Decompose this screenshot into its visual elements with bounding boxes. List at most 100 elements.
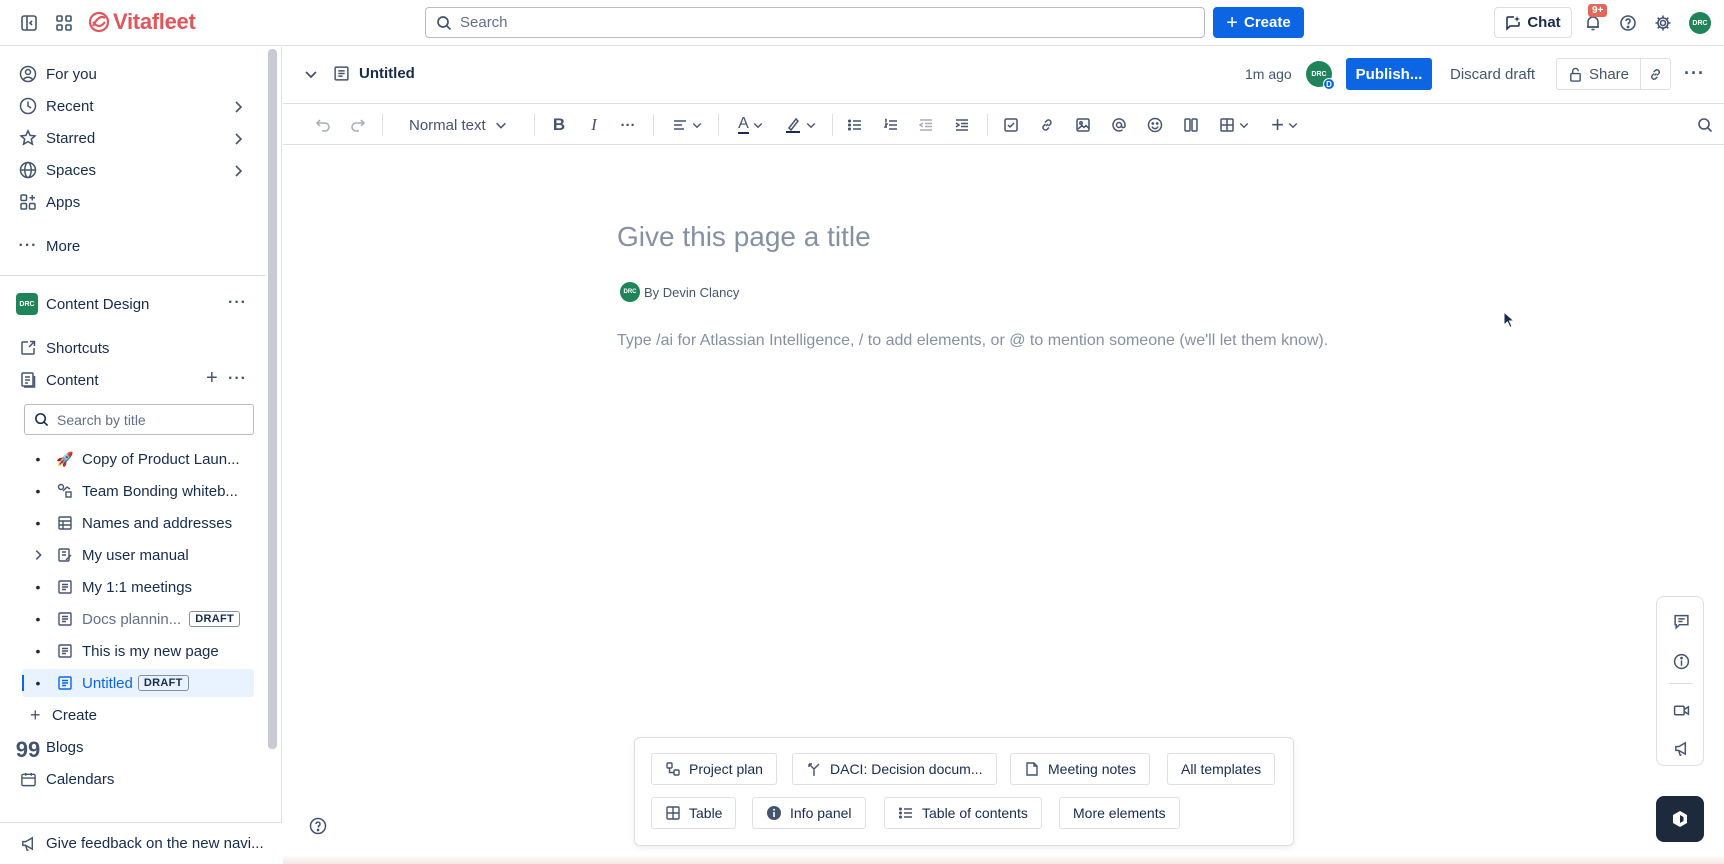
link-icon[interactable] [1037,114,1057,136]
highlighter-icon [785,117,800,133]
space-more-icon[interactable]: ··· [228,294,247,312]
text-style-dropdown[interactable]: Normal text [409,114,508,136]
page-icon [56,642,74,660]
find-search-icon[interactable] [1695,114,1715,136]
content-more-icon[interactable]: ··· [228,370,247,388]
chevron-right-icon[interactable] [230,163,246,179]
sidebar-toggle-icon[interactable] [18,12,40,34]
chevron-down-icon [495,122,506,129]
insert-info-panel[interactable]: Info panel [752,797,866,829]
global-search-input[interactable]: Search [425,7,1205,38]
tree-item-selected[interactable]: • Untitled DRAFT [22,669,254,697]
announcement-icon[interactable] [1671,738,1691,758]
content-search-input[interactable]: Search by title [24,404,254,435]
brand-name[interactable]: Vitafleet [113,9,196,35]
plus-icon: + [1226,11,1238,34]
star-icon [18,128,38,148]
sidebar-item-calendars[interactable]: Calendars [18,765,114,793]
tree-item[interactable]: • My 1:1 meetings [22,573,254,601]
sidebar-item-content[interactable]: Content [18,366,99,394]
sidebar-item-recent[interactable]: Recent [18,92,94,120]
template-suggestions-panel: Project plan DACI: Decision docum... Mee… [634,737,1294,846]
page-more-icon[interactable]: ··· [1684,63,1705,84]
page-icon [1024,761,1040,777]
tree-item[interactable]: • Team Bonding whiteb... [22,477,254,505]
chevron-right-icon[interactable] [230,99,246,115]
chat-button[interactable]: Chat [1494,7,1572,38]
collapse-chevron-icon[interactable] [303,66,319,82]
info-circle-icon[interactable] [1671,651,1691,671]
sidebar-item-starred[interactable]: Starred [18,124,95,152]
breadcrumb[interactable]: Untitled [333,65,415,82]
sidebar-item-blogs[interactable]: 99 Blogs [16,733,84,761]
chevron-right-icon[interactable] [230,131,246,147]
insert-dropdown[interactable]: + [1267,114,1303,136]
sidebar-item-more[interactable]: ··· More [18,232,81,260]
video-icon[interactable] [1671,700,1691,720]
indent-icon[interactable] [952,114,972,136]
tree-item[interactable]: • This is my new page [22,637,254,665]
checkbox-icon[interactable] [1001,114,1021,136]
help-icon[interactable] [1617,12,1639,34]
list-icon [898,805,914,821]
tree-item[interactable]: • Docs plannin... DRAFT [22,605,254,633]
create-button[interactable]: + Create [1213,7,1304,38]
feedback-link[interactable]: Give feedback on the new navi... [0,822,282,864]
user-avatar[interactable]: DRC [1689,12,1711,34]
help-circle-icon[interactable] [309,817,327,835]
all-templates-button[interactable]: All templates [1167,753,1276,785]
columns-layout-icon[interactable] [1181,114,1201,136]
insert-table-of-contents[interactable]: Table of contents [884,797,1042,829]
add-content-icon[interactable]: + [206,367,218,390]
more-elements-button[interactable]: More elements [1059,797,1180,829]
text-color-icon: A [738,115,749,134]
template-daci[interactable]: DACI: Decision docum... [792,753,997,785]
alignment-dropdown[interactable] [669,114,705,136]
tree-item[interactable]: • 🚀 Copy of Product Laun... [22,445,254,473]
copy-link-icon[interactable] [1641,58,1671,90]
template-project-plan[interactable]: Project plan [651,753,777,785]
text-color-dropdown[interactable]: A [733,114,769,136]
apps-icon [18,192,38,212]
discard-draft-button[interactable]: Discard draft [1450,66,1535,83]
app-switcher-icon[interactable] [53,12,75,34]
page-icon [56,578,74,596]
sidebar-scrollbar[interactable] [268,49,277,749]
notification-count-badge: 9+ [1588,4,1608,17]
globe-icon [18,160,38,180]
emoji-icon[interactable] [1145,114,1165,136]
sidebar-item-shortcuts[interactable]: Shortcuts [18,334,109,362]
more-formatting-icon[interactable]: ··· [618,114,638,136]
insert-table[interactable]: Table [651,797,737,829]
outdent-icon[interactable] [916,114,936,136]
image-icon[interactable] [1073,114,1093,136]
tree-item[interactable]: My user manual [22,541,254,569]
bullet-list-icon[interactable] [845,114,865,136]
bold-icon[interactable]: B [549,114,569,136]
highlight-dropdown[interactable] [782,114,818,136]
comment-icon[interactable] [1671,611,1691,631]
table-dropdown[interactable] [1216,114,1252,136]
numbered-list-icon[interactable] [881,114,901,136]
vitafleet-logo-icon[interactable] [87,10,111,34]
italic-icon[interactable]: I [584,114,604,136]
sidebar-item-spaces[interactable]: Spaces [18,156,96,184]
create-page-button[interactable]: + Create [30,701,97,729]
space-avatar: DRC [16,293,38,315]
sidebar-item-apps[interactable]: Apps [18,188,80,216]
undo-icon[interactable] [313,114,333,136]
settings-gear-icon[interactable] [1652,12,1674,34]
template-meeting-notes[interactable]: Meeting notes [1010,753,1150,785]
search-icon [436,15,452,31]
mention-icon[interactable] [1109,114,1129,136]
sidebar-item-for-you[interactable]: For you [18,60,97,88]
tree-item[interactable]: • Names and addresses [22,509,254,537]
space-header[interactable]: DRC Content Design [16,290,149,318]
ai-assistant-button[interactable] [1656,796,1704,842]
publish-button[interactable]: Publish... [1346,58,1432,90]
page-body-editor[interactable]: Type /ai for Atlassian Intelligence, / t… [617,332,1328,350]
share-button[interactable]: Share [1556,58,1641,90]
page-title-input[interactable]: Give this page a title [617,221,871,253]
chevron-right-icon[interactable] [30,548,46,562]
redo-icon[interactable] [348,114,368,136]
